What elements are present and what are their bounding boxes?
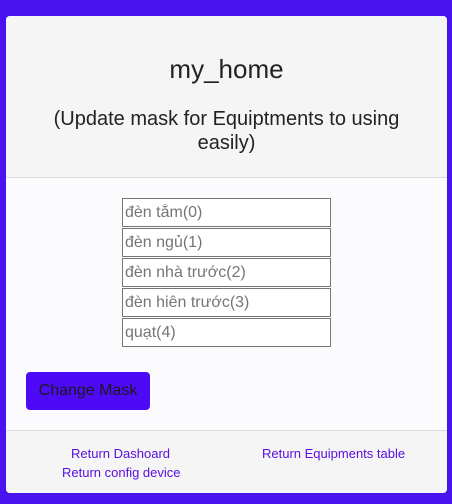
mask-card: my_home (Update mask for Equiptments to … [6, 16, 447, 493]
mask-input-2[interactable] [122, 258, 331, 287]
mask-inputs [122, 198, 331, 348]
card-footer: Return Dashoard Return config device Ret… [6, 430, 447, 493]
return-dashboard-link[interactable]: Return Dashoard [71, 446, 170, 461]
mask-input-0[interactable] [122, 198, 331, 227]
page-title: my_home [169, 54, 284, 84]
mask-input-1[interactable] [122, 228, 331, 257]
mask-input-4[interactable] [122, 318, 331, 347]
return-config-device-link[interactable]: Return config device [62, 465, 181, 480]
mask-input-3[interactable] [122, 288, 331, 317]
change-mask-button[interactable]: Change Mask [26, 372, 150, 410]
page-subtitle: (Update mask for Equiptments to using ea… [53, 108, 400, 154]
return-equipments-table-link[interactable]: Return Equipments table [262, 446, 405, 461]
card-header: my_home (Update mask for Equiptments to … [6, 16, 447, 178]
mask-form: Change Mask [6, 178, 447, 430]
